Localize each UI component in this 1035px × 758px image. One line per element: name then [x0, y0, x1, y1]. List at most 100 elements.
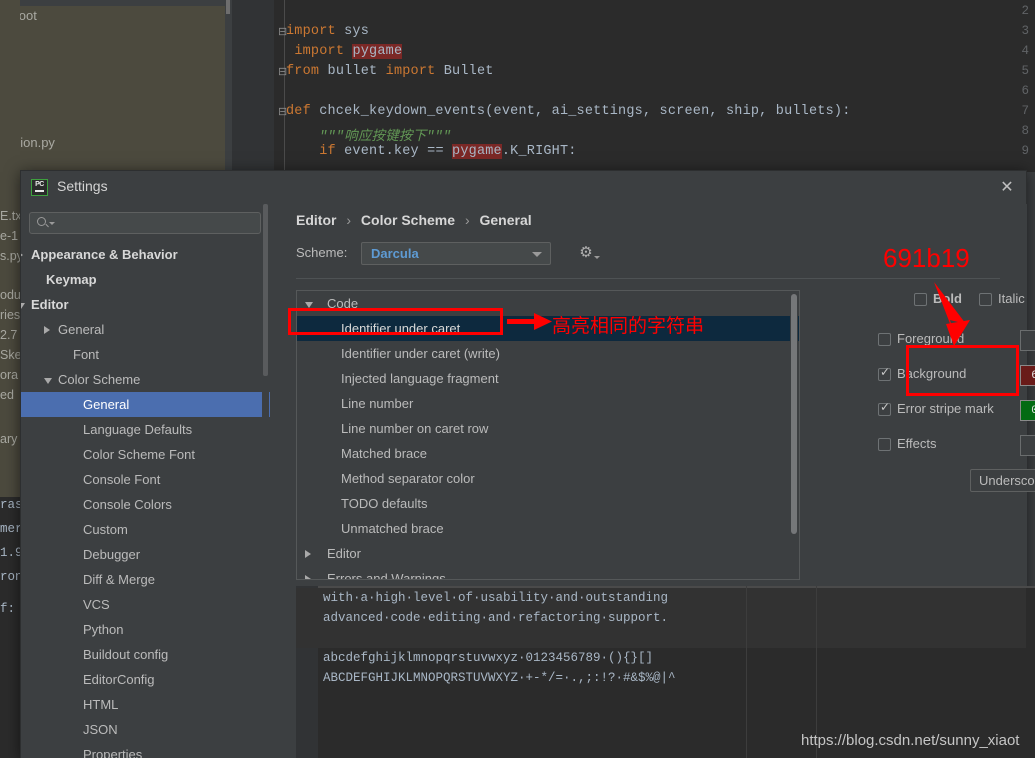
error-stripe-checkbox[interactable]: [878, 400, 891, 416]
sidebar-item-font[interactable]: Font: [21, 342, 270, 367]
error-stripe-color-swatch[interactable]: 036B13: [1020, 400, 1035, 421]
bold-checkbox[interactable]: [914, 293, 927, 306]
preview-pane[interactable]: 2with·a·high·level·of·usability·and·outs…: [296, 586, 1035, 758]
search-input[interactable]: [56, 214, 256, 232]
chevron-down-icon[interactable]: [44, 378, 52, 384]
sidebar-item-buildout-config[interactable]: Buildout config: [21, 642, 270, 667]
line-number: 9: [1021, 144, 1029, 158]
project-tool-window[interactable]: ry rootvasion.pyy: [0, 0, 225, 172]
chevron-right-icon[interactable]: [21, 251, 23, 259]
left-strip-text: ron: [0, 570, 20, 584]
left-strip-text: odu: [0, 288, 20, 302]
sidebar-item-custom[interactable]: Custom: [21, 517, 270, 542]
line-number: 3: [1021, 24, 1029, 38]
tree-scrollbar[interactable]: [262, 204, 269, 721]
effect-type-dropdown[interactable]: Underscored: [970, 469, 1035, 492]
breadcrumb-part-editor[interactable]: Editor: [296, 212, 336, 228]
sidebar-item-general[interactable]: General: [21, 392, 270, 417]
list-item[interactable]: Unmatched brace: [297, 516, 799, 541]
breadcrumb-part-general[interactable]: General: [480, 212, 532, 228]
list-item[interactable]: Errors and Warnings: [297, 566, 799, 579]
chevron-down-icon[interactable]: [21, 303, 25, 309]
sidebar-item-appearance-behavior[interactable]: Appearance & Behavior: [21, 242, 270, 267]
sidebar-item-color-scheme-font[interactable]: Color Scheme Font: [21, 442, 270, 467]
list-item[interactable]: Line number: [297, 391, 799, 416]
scheme-label: Scheme:: [296, 245, 348, 260]
left-strip-text: ora: [0, 368, 19, 382]
italic-checkbox[interactable]: [979, 293, 992, 306]
left-strip-text: E.tx: [0, 209, 20, 223]
sidebar-item-console-colors[interactable]: Console Colors: [21, 492, 270, 517]
sidebar-item-vcs[interactable]: VCS: [21, 592, 270, 617]
chevron-down-icon: [49, 222, 55, 225]
list-item-label: Matched brace: [341, 446, 427, 461]
background-label: Background: [897, 366, 967, 381]
list-item-label: Unmatched brace: [341, 521, 444, 536]
color-settings-list[interactable]: Code Identifier under caret Identifier und…: [296, 290, 800, 580]
list-item[interactable]: Editor: [297, 541, 799, 566]
list-item-label: TODO defaults: [341, 496, 428, 511]
left-strip-text: 1.9: [0, 546, 20, 560]
background-checkbox[interactable]: [878, 365, 891, 381]
list-item[interactable]: TODO defaults: [297, 491, 799, 516]
chevron-right-icon[interactable]: [305, 550, 311, 558]
error-stripe-label: Error stripe mark: [897, 401, 994, 416]
project-window-header: [0, 0, 225, 6]
line-number: 4: [1021, 44, 1029, 58]
ide-code-editor[interactable]: 2 3 ⊟ import sys 4 import pygame 5 ⊟ from bulle…: [232, 0, 1035, 172]
list-item[interactable]: Identifier under caret: [297, 316, 799, 341]
list-item[interactable]: Line number on caret row: [297, 416, 799, 441]
list-item-label: Editor: [327, 546, 361, 561]
sidebar-item-label: EditorConfig: [83, 672, 155, 687]
settings-tree[interactable]: Appearance & Behavior Keymap Editor General…: [21, 242, 270, 758]
chevron-right-icon[interactable]: [305, 575, 311, 579]
sidebar-item-editorconfig[interactable]: EditorConfig: [21, 667, 270, 692]
line-number: 8: [1021, 124, 1029, 138]
list-scrollbar[interactable]: [790, 292, 798, 579]
foreground-color-swatch[interactable]: [1020, 330, 1035, 351]
sidebar-item-diff-merge[interactable]: Diff & Merge: [21, 567, 270, 592]
list-item[interactable]: Injected language fragment: [297, 366, 799, 391]
code-line: """响应按键按下""": [319, 130, 452, 145]
chevron-down-icon[interactable]: [594, 256, 600, 259]
settings-content-panel: Editor › Color Scheme › General Scheme: …: [270, 204, 1035, 758]
sidebar-item-label: Console Font: [83, 472, 161, 487]
left-strip-text: 2.7: [0, 328, 18, 342]
breadcrumb-part-color-scheme[interactable]: Color Scheme: [361, 212, 455, 228]
sidebar-item-html[interactable]: HTML: [21, 692, 270, 717]
list-item[interactable]: Matched brace: [297, 441, 799, 466]
screenshot-root: 2 3 ⊟ import sys 4 import pygame 5 ⊟ from bulle…: [0, 0, 1035, 758]
sidebar-item-label: Python: [83, 622, 124, 637]
sidebar-item-label: Debugger: [83, 547, 141, 562]
sidebar-item-color-scheme[interactable]: Color Scheme: [21, 367, 270, 392]
chevron-down-icon[interactable]: [305, 302, 313, 308]
sidebar-item-debugger[interactable]: Debugger: [21, 542, 270, 567]
sidebar-item-properties[interactable]: Properties: [21, 742, 270, 758]
project-scrollbar[interactable]: [225, 0, 231, 172]
sidebar-item-console-font[interactable]: Console Font: [21, 467, 270, 492]
list-item[interactable]: Identifier under caret (write): [297, 341, 799, 366]
background-color-swatch[interactable]: 691B19: [1020, 365, 1035, 386]
search-box[interactable]: [29, 212, 261, 234]
sidebar-item-language-defaults[interactable]: Language Defaults: [21, 417, 270, 442]
left-strip-text: mer: [0, 522, 20, 536]
sidebar-item-editor[interactable]: Editor: [21, 292, 270, 317]
gear-icon[interactable]: ⚙: [577, 244, 595, 262]
close-icon[interactable]: ✕: [994, 176, 1020, 200]
list-item[interactable]: Method separator color: [297, 466, 799, 491]
list-item[interactable]: Code: [297, 291, 799, 316]
effects-checkbox[interactable]: [878, 438, 891, 451]
chevron-right-icon[interactable]: [44, 326, 50, 334]
effects-color-swatch[interactable]: [1020, 435, 1035, 456]
sidebar-item-general[interactable]: General: [21, 317, 270, 342]
sidebar-item-label: Console Colors: [83, 497, 172, 512]
sidebar-item-label: Language Defaults: [83, 422, 193, 437]
settings-dialog: PC Settings ✕ Appearance & Behavior Keyma…: [20, 170, 1035, 758]
sidebar-item-python[interactable]: Python: [21, 617, 270, 642]
sidebar-item-json[interactable]: JSON: [21, 717, 270, 742]
editor-gutter: [232, 0, 274, 172]
bold-label: Bold: [933, 291, 962, 306]
foreground-checkbox[interactable]: [878, 333, 891, 346]
sidebar-item-keymap[interactable]: Keymap: [21, 267, 270, 292]
scheme-dropdown[interactable]: Darcula: [361, 242, 551, 265]
